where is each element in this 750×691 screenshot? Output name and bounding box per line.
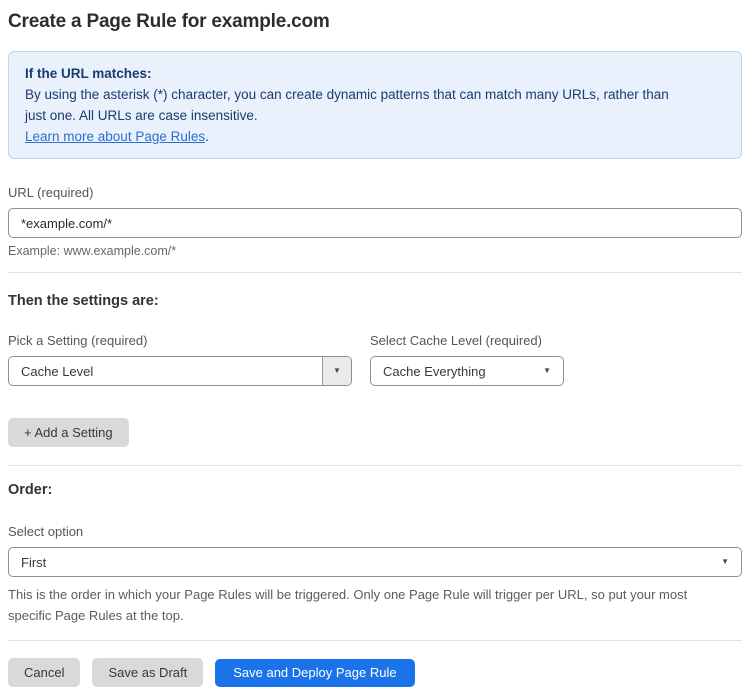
link-suffix: . bbox=[205, 129, 209, 144]
chevron-down-icon: ▼ bbox=[721, 557, 729, 566]
actions-row: Cancel Save as Draft Save and Deploy Pag… bbox=[8, 658, 742, 687]
info-banner: If the URL matches: By using the asteris… bbox=[8, 51, 742, 159]
order-select[interactable]: First ▼ bbox=[8, 547, 742, 577]
setting-picker-select[interactable]: Cache Level ▼ bbox=[8, 356, 352, 386]
cache-level-value: Cache Everything bbox=[383, 363, 486, 379]
learn-more-link[interactable]: Learn more about Page Rules bbox=[25, 129, 205, 144]
cache-level-group: Select Cache Level (required) Cache Ever… bbox=[370, 333, 564, 386]
setting-picker-label: Pick a Setting (required) bbox=[8, 333, 148, 348]
order-heading: Order: bbox=[8, 482, 53, 498]
dropdown-arrow-section: ▼ bbox=[322, 357, 351, 385]
add-setting-button[interactable]: + Add a Setting bbox=[8, 418, 129, 447]
divider bbox=[8, 465, 742, 466]
order-value: First bbox=[21, 554, 47, 570]
save-and-deploy-button[interactable]: Save and Deploy Page Rule bbox=[215, 658, 415, 687]
page-rule-form: Create a Page Rule for example.com If th… bbox=[0, 0, 750, 687]
info-banner-body: By using the asterisk (*) character, you… bbox=[25, 87, 669, 123]
chevron-down-icon: ▼ bbox=[543, 366, 551, 375]
info-banner-link-line: Learn more about Page Rules. bbox=[25, 126, 725, 147]
cache-level-select[interactable]: Cache Everything ▼ bbox=[370, 356, 564, 386]
setting-picker-group: Pick a Setting (required) Cache Level ▼ bbox=[8, 333, 352, 386]
info-banner-heading: If the URL matches: bbox=[25, 66, 152, 81]
url-input[interactable] bbox=[8, 208, 742, 238]
url-example: Example: www.example.com/* bbox=[8, 244, 177, 258]
divider bbox=[8, 640, 742, 641]
setting-picker-value: Cache Level bbox=[21, 363, 94, 379]
url-label: URL (required) bbox=[8, 185, 94, 200]
order-help-text: This is the order in which your Page Rul… bbox=[8, 587, 688, 623]
chevron-down-icon: ▼ bbox=[333, 366, 341, 375]
order-label: Select option bbox=[8, 524, 84, 539]
cache-level-label: Select Cache Level (required) bbox=[370, 333, 542, 348]
settings-row: Pick a Setting (required) Cache Level ▼ … bbox=[8, 333, 742, 386]
divider bbox=[8, 272, 742, 273]
settings-heading: Then the settings are: bbox=[8, 293, 159, 309]
save-as-draft-button[interactable]: Save as Draft bbox=[92, 658, 204, 687]
page-title: Create a Page Rule for example.com bbox=[8, 11, 330, 32]
cancel-button[interactable]: Cancel bbox=[8, 658, 81, 687]
